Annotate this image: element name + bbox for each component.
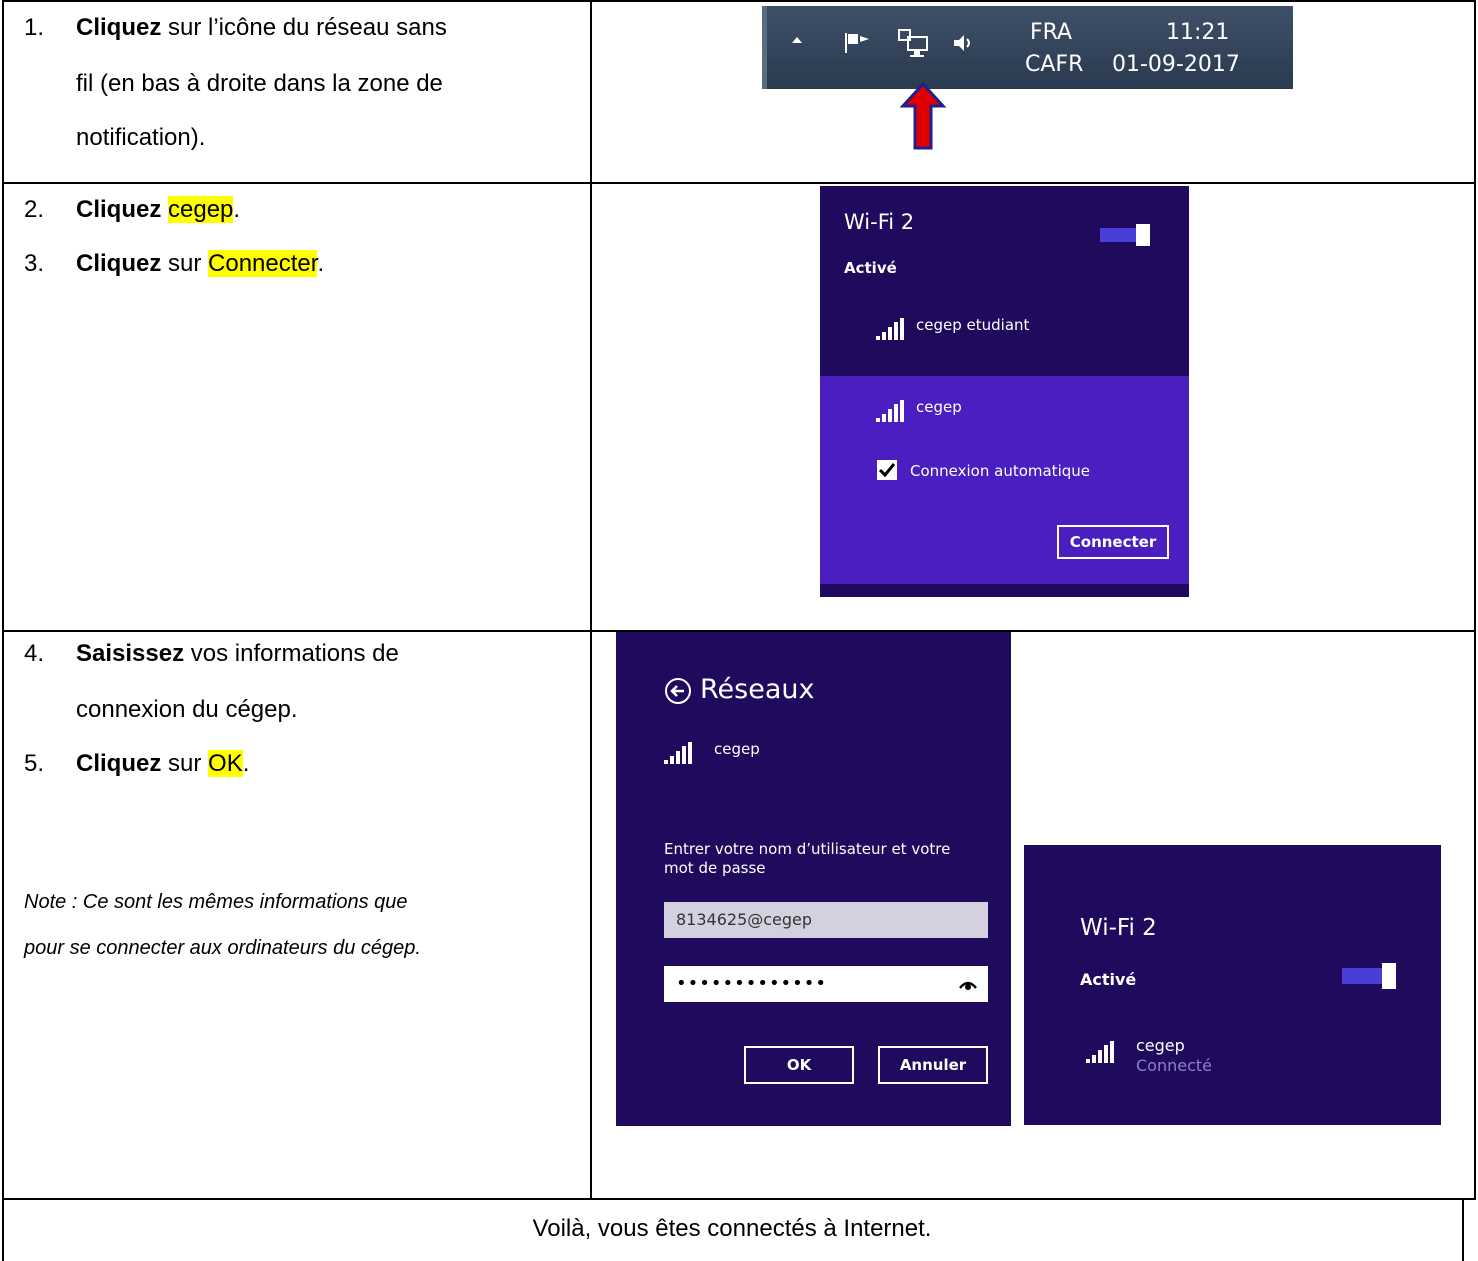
password-value: ••••••••••••• (676, 973, 828, 994)
flag-icon[interactable] (842, 30, 872, 56)
step-4-line-2: connexion du cégep. (76, 696, 298, 723)
step-text: fil (en bas à droite dans la zone de (76, 70, 443, 97)
language-code[interactable]: FRA (1030, 20, 1072, 45)
checkmark-icon (878, 463, 896, 478)
step-text: notification). (76, 124, 206, 151)
username-field[interactable]: 8134625@cegep (664, 902, 988, 938)
network-item-cegep-etudiant[interactable]: cegep etudiant (820, 296, 1189, 356)
network-name: cegep etudiant (916, 316, 1030, 334)
network-item-cegep-selected[interactable]: cegep Connexion automatique Connecter (820, 376, 1189, 584)
wifi-status: Activé (844, 259, 897, 277)
wifi-flyout: Wi-Fi 2 Activé cegep etudiant cegep Conn… (820, 186, 1189, 597)
taskbar-screenshot: FRA CAFR 11:21 01-09-2017 (762, 6, 1293, 89)
row-divider-1 (2, 182, 1476, 184)
red-arrow-indicator (899, 82, 947, 150)
auto-connect-checkbox[interactable] (877, 460, 897, 480)
step-number: 4. (24, 640, 45, 667)
wifi-title: Wi-Fi 2 (844, 210, 915, 234)
table-border-right (1474, 0, 1476, 1200)
row-divider-3 (2, 1198, 1476, 1200)
keyboard-layout[interactable]: CAFR (1025, 52, 1083, 77)
wifi-signal-icon (876, 318, 910, 340)
network-name: cegep (714, 740, 760, 758)
networks-title: Réseaux (700, 674, 815, 705)
wifi-signal-icon (664, 742, 698, 764)
table-border-top (2, 0, 1476, 2)
step-1-line-3: notification). (76, 124, 205, 152)
step-text: sur l’icône du réseau sans (161, 14, 447, 41)
wifi-signal-icon (876, 400, 910, 422)
connect-button[interactable]: Connecter (1057, 525, 1169, 559)
network-status: Connecté (1136, 1056, 1212, 1075)
highlighted-term: Connecter (208, 250, 318, 277)
step-verb: Saisissez (76, 640, 185, 667)
ok-button[interactable]: OK (744, 1046, 854, 1084)
speaker-icon[interactable] (951, 31, 975, 55)
step-verb: Cliquez (76, 750, 162, 777)
note-line-1: Note : Ce sont les mêmes informations qu… (24, 891, 408, 913)
wifi-toggle[interactable] (1342, 963, 1396, 989)
network-name: cegep (916, 398, 962, 416)
credentials-prompt-line-1: Entrer votre nom d’utilisateur et votre (664, 840, 951, 858)
step-number: 1. (24, 14, 45, 41)
footer-border-right (1462, 1200, 1464, 1261)
back-arrow-icon[interactable] (664, 677, 692, 705)
wifi-status: Activé (1080, 970, 1137, 989)
cancel-button[interactable]: Annuler (878, 1046, 988, 1084)
step-number: 2. (24, 196, 45, 223)
highlighted-term: cegep (168, 196, 234, 223)
step-verb: Cliquez (76, 250, 162, 277)
step-number: 3. (24, 250, 45, 277)
wifi-toggle[interactable] (1100, 224, 1150, 246)
network-name: cegep (1136, 1036, 1185, 1055)
step-number: 5. (24, 750, 45, 777)
network-icon[interactable] (898, 28, 932, 60)
auto-connect-label: Connexion automatique (910, 462, 1090, 480)
wifi-title: Wi-Fi 2 (1080, 915, 1157, 941)
connected-flyout: Wi-Fi 2 Activé cegep Connecté (1024, 845, 1441, 1125)
wifi-signal-icon (1086, 1041, 1120, 1063)
clock-time[interactable]: 11:21 (1166, 20, 1229, 45)
column-divider (590, 0, 592, 1200)
reveal-password-icon[interactable] (958, 978, 978, 990)
step-1-line-2: fil (en bas à droite dans la zone de (76, 70, 443, 98)
login-flyout: Réseaux cegep Entrer votre nom d’utilisa… (616, 632, 1011, 1126)
password-field[interactable]: ••••••••••••• (664, 966, 988, 1002)
step-verb: Cliquez (76, 14, 162, 41)
credentials-prompt-line-2: mot de passe (664, 859, 766, 877)
footer-message: Voilà, vous êtes connectés à Internet. (532, 1215, 932, 1242)
highlighted-term: OK (208, 750, 243, 777)
arrow-up-icon[interactable] (789, 32, 805, 48)
note-line-2: pour se connecter aux ordinateurs du cég… (24, 937, 421, 959)
step-verb: Cliquez (76, 196, 162, 223)
clock-date[interactable]: 01-09-2017 (1112, 52, 1240, 77)
